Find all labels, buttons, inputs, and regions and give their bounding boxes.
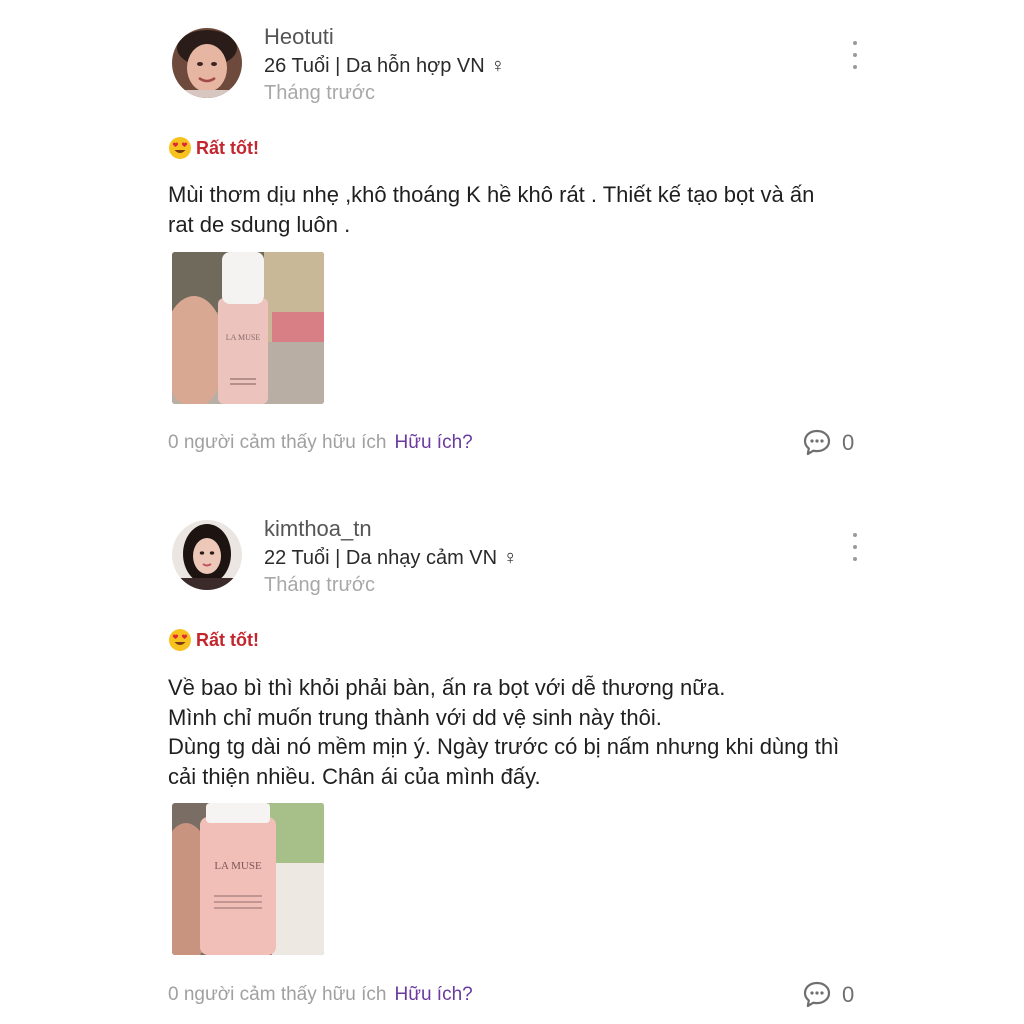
- comment-button[interactable]: 0: [802, 428, 854, 458]
- svg-text:LA MUSE: LA MUSE: [226, 333, 261, 342]
- review-photo[interactable]: LA MUSE: [172, 252, 324, 404]
- username[interactable]: kimthoa_tn: [264, 516, 372, 542]
- comment-count: 0: [842, 430, 855, 455]
- rating-badge: Rất tốt!: [168, 135, 259, 161]
- more-options-button[interactable]: [848, 41, 862, 69]
- user-profile-info: 22 Tuổi | Da nhạy cảm VN ♀: [264, 547, 518, 569]
- comment-bubble-icon: [803, 981, 831, 1008]
- review-time: Tháng trước: [264, 574, 375, 596]
- heart-eyes-emoji-icon: [169, 137, 191, 159]
- more-options-button[interactable]: [848, 533, 862, 561]
- more-vertical-icon: [853, 41, 857, 45]
- helpful-count: 0 người cảm thấy hữu ích: [168, 984, 387, 1005]
- more-vertical-icon: [853, 533, 857, 537]
- comment-count: 0: [842, 982, 855, 1007]
- rating-badge: Rất tốt!: [168, 627, 259, 653]
- helpful-button[interactable]: Hữu ích?: [395, 432, 473, 454]
- review-photo[interactable]: LA MUSE: [172, 803, 324, 955]
- avatar[interactable]: [172, 28, 242, 98]
- avatar[interactable]: [172, 520, 242, 590]
- helpful-count: 0 người cảm thấy hữu ích: [168, 432, 387, 453]
- helpful-button[interactable]: Hữu ích?: [395, 984, 473, 1006]
- comment-bubble-icon: [803, 429, 831, 456]
- helpful-row: 0 người cảm thấy hữu ích Hữu ích?: [168, 432, 473, 454]
- username[interactable]: Heotuti: [264, 24, 334, 50]
- heart-eyes-emoji-icon: [169, 629, 191, 651]
- svg-text:LA MUSE: LA MUSE: [214, 860, 262, 872]
- user-profile-info: 26 Tuổi | Da hỗn hợp VN ♀: [264, 55, 506, 77]
- helpful-row: 0 người cảm thấy hữu ích Hữu ích?: [168, 984, 473, 1006]
- review-text: Mùi thơm dịu nhẹ ,khô thoáng K hề khô rá…: [168, 182, 815, 237]
- review-text: Về bao bì thì khỏi phải bàn, ấn ra bọt v…: [168, 675, 840, 789]
- review-time: Tháng trước: [264, 82, 375, 104]
- rating-label: Rất tốt!: [196, 137, 259, 158]
- rating-label: Rất tốt!: [196, 629, 259, 650]
- comment-button[interactable]: 0: [802, 980, 854, 1010]
